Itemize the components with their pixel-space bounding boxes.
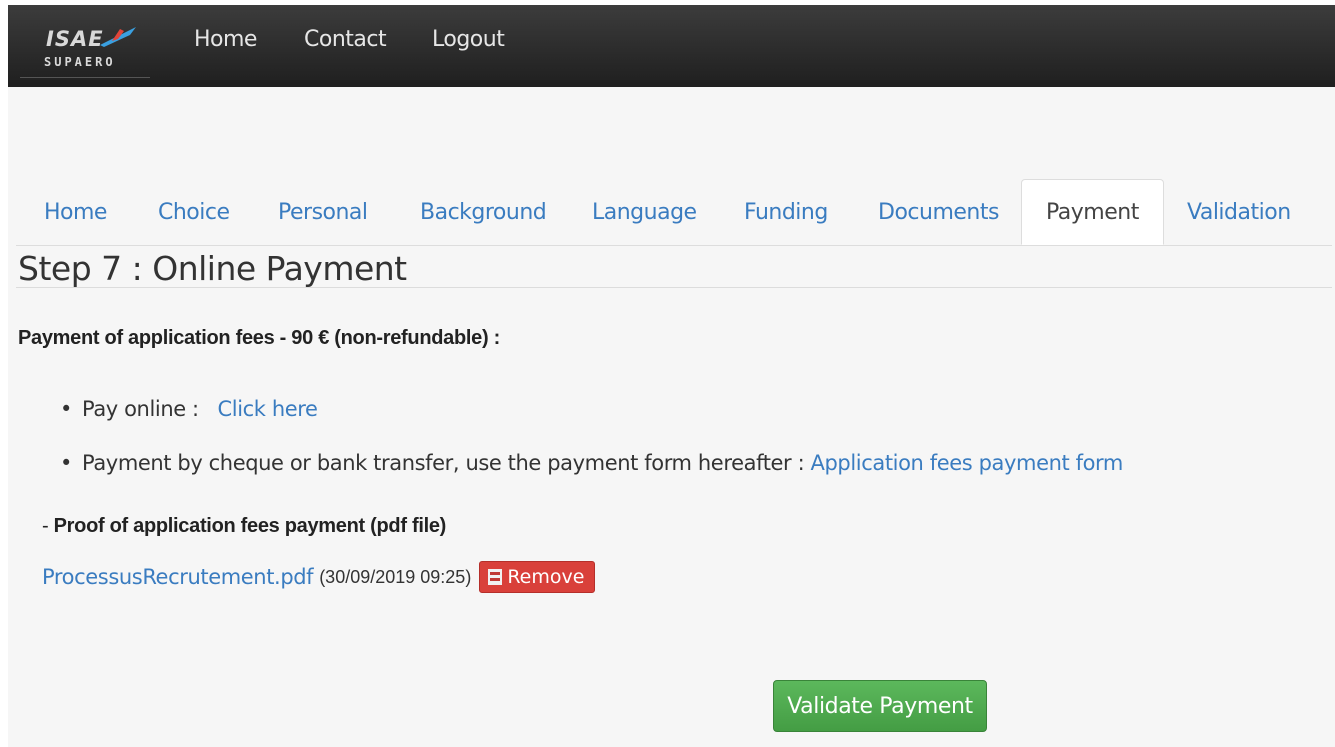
title-divider [16, 287, 1332, 288]
nav-contact-link[interactable]: Contact [304, 27, 387, 52]
brand-line2: SUPAERO [44, 55, 116, 69]
remove-button-label: Remove [507, 566, 585, 588]
tab-documents[interactable]: Documents [878, 179, 999, 245]
nav-logout-link[interactable]: Logout [432, 27, 505, 52]
cheque-label: Payment by cheque or bank transfer, use … [82, 451, 805, 475]
brand-line1: ISAE [46, 27, 104, 51]
delete-icon [488, 569, 503, 585]
page-title: Step 7 : Online Payment [18, 249, 407, 288]
remove-file-button[interactable]: Remove [479, 561, 596, 593]
proof-prefix: - [42, 515, 54, 537]
tab-validation[interactable]: Validation [1187, 179, 1291, 245]
uploaded-file-link[interactable]: ProcessusRecrutement.pdf [42, 565, 314, 589]
page-frame: ISAE SUPAERO Home Contact Logout Home Ch… [8, 5, 1335, 747]
tab-payment[interactable]: Payment [1021, 179, 1164, 245]
tab-background[interactable]: Background [420, 179, 547, 245]
tab-choice[interactable]: Choice [158, 179, 230, 245]
tab-personal[interactable]: Personal [278, 179, 368, 245]
validate-payment-button[interactable]: Validate Payment [773, 680, 987, 732]
bullet-icon: • [60, 397, 72, 421]
uploaded-file-date: (30/09/2019 09:25) [319, 566, 472, 587]
plane-icon [100, 27, 136, 47]
tab-language[interactable]: Language [592, 179, 697, 245]
payment-form-link[interactable]: Application fees payment form [811, 451, 1124, 475]
step-tabs: Home Choice Personal Background Language… [16, 179, 1332, 246]
proof-heading: - Proof of application fees payment (pdf… [42, 515, 446, 538]
tab-home[interactable]: Home [44, 179, 107, 245]
nav-home-link[interactable]: Home [194, 27, 257, 52]
brand-logo[interactable]: ISAE SUPAERO [20, 19, 150, 78]
pay-online-link[interactable]: Click here [218, 397, 318, 421]
section-heading: Payment of application fees - 90 € (non-… [18, 327, 500, 349]
pay-online-label: Pay online : [82, 397, 199, 421]
cheque-item: • Payment by cheque or bank transfer, use… [60, 451, 1123, 475]
tab-funding[interactable]: Funding [744, 179, 828, 245]
bullet-icon: • [60, 451, 72, 475]
top-navbar: ISAE SUPAERO Home Contact Logout [8, 5, 1335, 87]
pay-online-item: • Pay online : Click here [60, 397, 318, 421]
proof-label: Proof of application fees payment (pdf f… [53, 515, 447, 537]
uploaded-file-row: ProcessusRecrutement.pdf (30/09/2019 09:… [42, 561, 596, 593]
